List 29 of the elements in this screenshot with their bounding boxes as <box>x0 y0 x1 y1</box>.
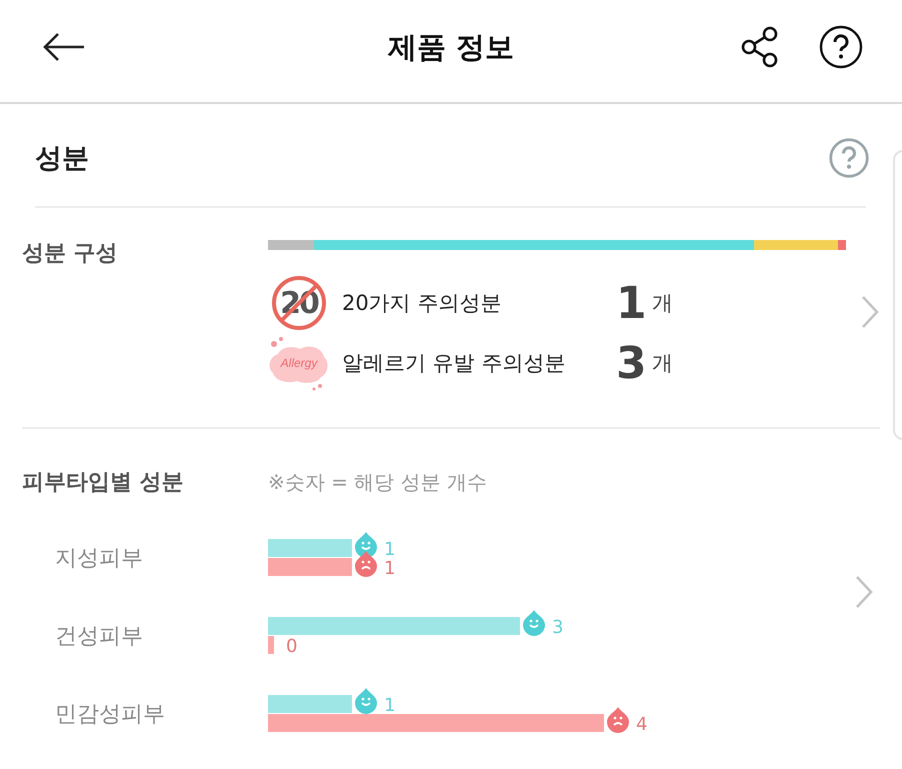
caution-count: 1 <box>616 278 646 328</box>
caution-label: 알레르기 유발 주의성분 <box>342 350 566 377</box>
frowning-drop-icon <box>355 551 377 577</box>
back-icon[interactable] <box>42 32 86 62</box>
caution-label: 20가지 주의성분 <box>342 290 502 317</box>
value-label: 4 <box>636 714 648 735</box>
help-icon[interactable] <box>818 24 864 70</box>
smiling-drop-icon <box>355 532 377 558</box>
section-title: 성분 <box>35 142 89 176</box>
skin-type-label: 건성피부 <box>55 624 143 649</box>
value-label: 0 <box>286 636 298 657</box>
value-label: 3 <box>552 617 564 638</box>
frowning-drop-icon <box>607 707 629 733</box>
row-label: 피부타입별 성분 <box>22 469 185 497</box>
row-label: 성분 구성 <box>22 240 119 268</box>
caution-ingredient-bar <box>268 636 274 654</box>
page-title: 제품 정보 <box>386 29 516 66</box>
skin-type-label: 민감성피부 <box>55 702 165 727</box>
note-text: ※숫자 = 해당 성분 개수 <box>268 468 487 496</box>
count-unit: 개 <box>652 290 673 317</box>
share-icon[interactable] <box>740 25 780 69</box>
smiling-drop-icon <box>355 688 377 714</box>
value-label: 1 <box>384 558 396 579</box>
value-label: 1 <box>384 539 396 560</box>
smiling-drop-icon <box>523 610 545 636</box>
caution-count: 3 <box>616 338 646 388</box>
value-label: 1 <box>384 695 396 716</box>
count-unit: 개 <box>652 350 673 377</box>
skin-type-label: 지성피부 <box>55 546 143 571</box>
